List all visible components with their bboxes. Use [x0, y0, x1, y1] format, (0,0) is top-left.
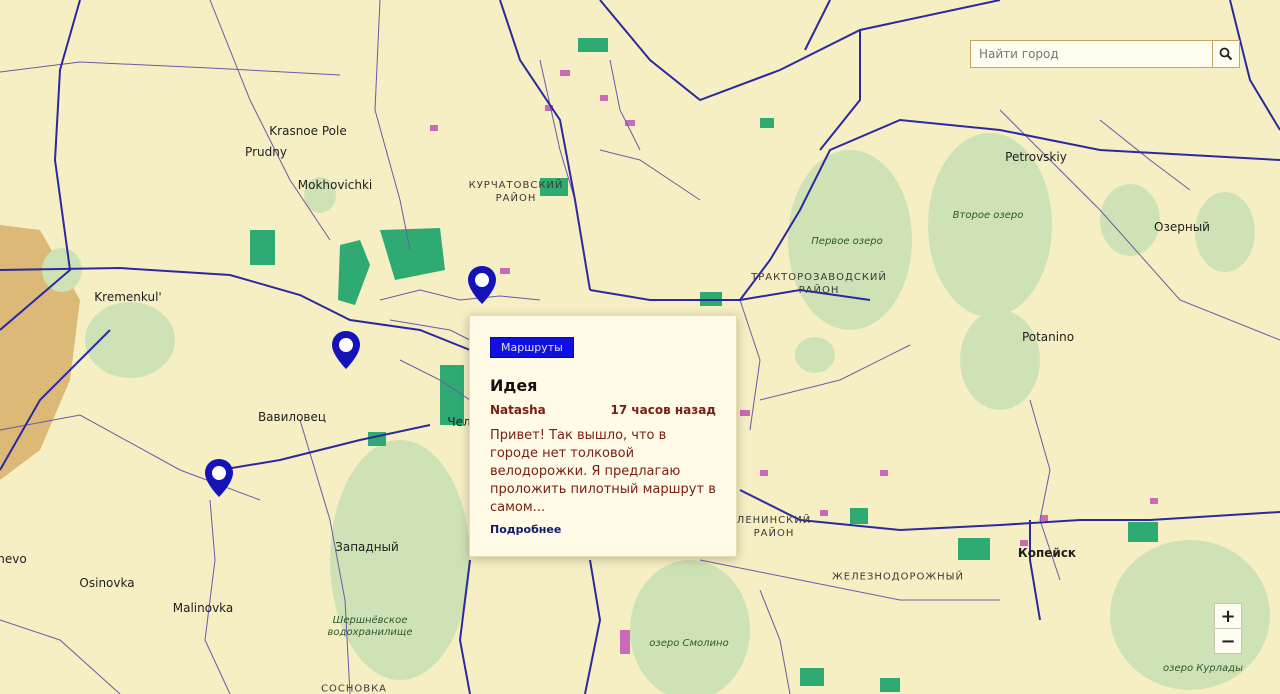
place-label: Копейск	[1017, 546, 1077, 560]
post-time: 17 часов назад	[610, 403, 717, 417]
zoom-control: + −	[1214, 603, 1242, 654]
map-pin-marker[interactable]	[204, 458, 234, 498]
zoom-in-button[interactable]: +	[1215, 604, 1241, 628]
district-label: ЖЕЛЕЗНОДОРОЖНЫЙ	[832, 571, 964, 583]
place-label: Osinovka	[79, 576, 135, 590]
map-view[interactable]: Krasnoe Pole Prudny Mokhovichki Kremenku…	[0, 0, 1280, 694]
district-label: КУРЧАТОВСКИЙ РАЙОН	[468, 180, 564, 204]
place-label: Озерный	[1154, 220, 1210, 234]
search-icon	[1219, 47, 1233, 61]
idea-popup: Маршруты Идея Natasha 17 часов назад При…	[469, 315, 737, 557]
water-label: Шершнёвское водохранилище	[327, 615, 413, 638]
map-pin-marker[interactable]	[467, 265, 497, 305]
search-button[interactable]	[1212, 41, 1239, 67]
place-label: Petrovskiy	[1005, 150, 1067, 164]
water-label: Первое озеро	[811, 236, 883, 247]
zoom-out-button[interactable]: −	[1215, 628, 1241, 653]
district-label: ЛЕНИНСКИЙ РАЙОН	[736, 515, 812, 539]
popup-title: Идея	[490, 376, 538, 395]
more-link[interactable]: Подробнее	[490, 523, 561, 536]
district-label: СОСНОВКА	[320, 683, 388, 694]
author-name: Natasha	[490, 403, 546, 417]
city-search	[970, 40, 1240, 68]
category-badge[interactable]: Маршруты	[490, 337, 574, 358]
map-pin-marker[interactable]	[331, 330, 361, 370]
place-label: hevo	[0, 552, 27, 566]
place-label: Чел	[447, 415, 471, 429]
place-label: Potanino	[1021, 330, 1075, 344]
water-label: озеро Смолино	[649, 638, 729, 649]
popup-text: Привет! Так вышло, что в городе нет толк…	[490, 428, 716, 515]
place-label: Mokhovichki	[297, 178, 373, 192]
place-label: Kremenkul'	[94, 290, 162, 304]
popup-meta: Natasha 17 часов назад	[490, 403, 716, 417]
water-label: Второе озеро	[952, 210, 1024, 221]
district-label: ТРАКТОРОЗАВОДСКИЙ РАЙОН	[751, 272, 887, 296]
search-input[interactable]	[971, 41, 1212, 67]
place-label: Prudny	[245, 145, 287, 159]
place-label: Malinovka	[172, 601, 234, 615]
place-label: Западный	[335, 540, 399, 554]
place-label: Krasnoe Pole	[269, 124, 347, 138]
water-label: озеро Курлады	[1163, 663, 1243, 674]
place-label: Вавиловец	[257, 410, 327, 424]
